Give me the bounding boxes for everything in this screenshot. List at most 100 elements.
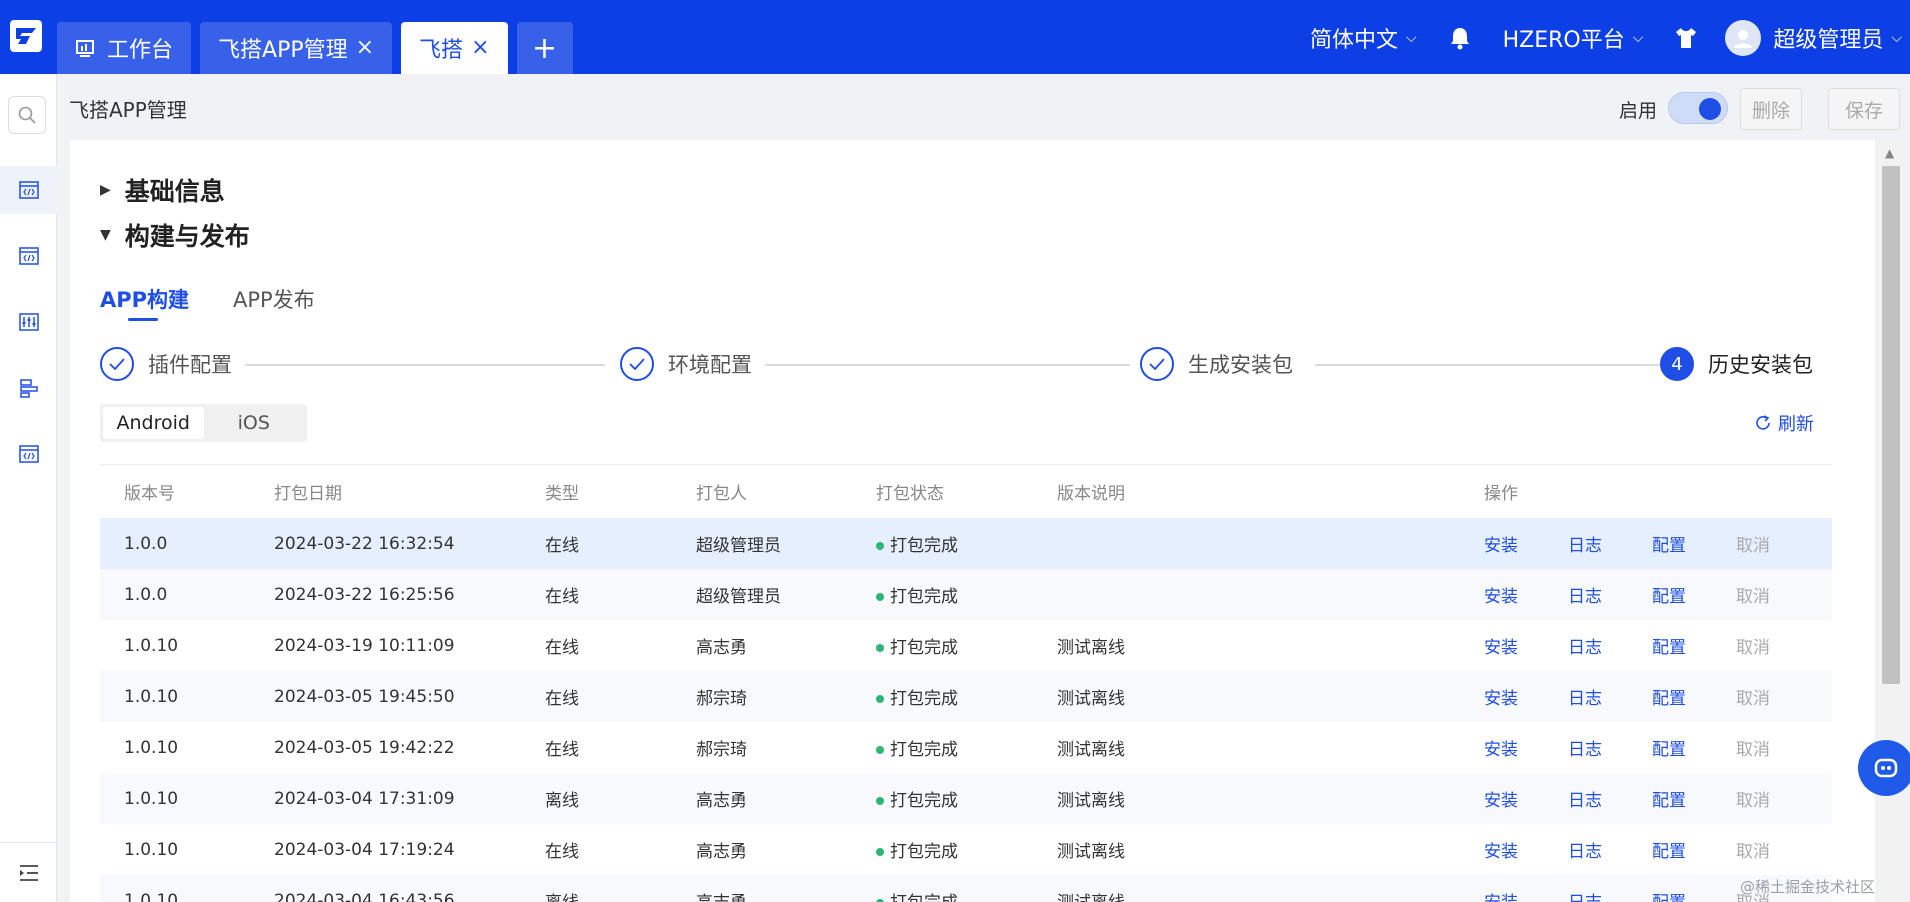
table-row[interactable]: 1.0.10 2024-03-05 19:45:50 在线 郝宗琦 打包完成 测试离线 安装… bbox=[100, 671, 1832, 722]
cancel-button[interactable]: 取消 bbox=[1736, 684, 1820, 709]
add-tab-button[interactable]: + bbox=[516, 22, 573, 74]
step-plugin-config[interactable]: 插件配置 bbox=[100, 347, 232, 381]
cell-packer: 郝宗琦 bbox=[696, 740, 747, 760]
platform-option-android[interactable]: Android bbox=[103, 407, 204, 439]
install-button[interactable]: 安装 bbox=[1484, 786, 1568, 811]
theme-button[interactable] bbox=[1673, 25, 1699, 51]
bell-icon bbox=[1450, 28, 1469, 50]
refresh-button[interactable]: 刷新 bbox=[1754, 410, 1814, 436]
step-env-config[interactable]: 环境配置 bbox=[620, 347, 752, 381]
subtab-app-build[interactable]: APP构建 bbox=[100, 284, 189, 314]
install-button[interactable]: 安装 bbox=[1484, 531, 1568, 556]
assistant-float-button[interactable] bbox=[1858, 740, 1910, 796]
log-button[interactable]: 日志 bbox=[1568, 684, 1652, 709]
language-select[interactable]: 简体中文 ⌵ bbox=[1310, 22, 1417, 54]
subtab-app-publish[interactable]: APP发布 bbox=[233, 284, 315, 314]
config-button[interactable]: 配置 bbox=[1652, 633, 1736, 658]
page-title: 飞搭APP管理 bbox=[69, 98, 187, 122]
config-button[interactable]: 配置 bbox=[1652, 786, 1736, 811]
config-button[interactable]: 配置 bbox=[1652, 888, 1736, 902]
table-header: 版本号 打包日期 类型 打包人 打包状态 版本说明 操作 bbox=[100, 464, 1832, 518]
cancel-button[interactable]: 取消 bbox=[1736, 837, 1820, 862]
log-button[interactable]: 日志 bbox=[1568, 531, 1652, 556]
table-row[interactable]: 1.0.10 2024-03-04 17:31:09 离线 高志勇 打包完成 测试离线 安装… bbox=[100, 773, 1832, 824]
cell-note: 测试离线 bbox=[1057, 689, 1125, 709]
log-button[interactable]: 日志 bbox=[1568, 735, 1652, 760]
table-row[interactable]: 1.0.10 2024-03-19 10:11:09 在线 高志勇 打包完成 测试离线 安装… bbox=[100, 620, 1832, 671]
table-row[interactable]: 1.0.10 2024-03-05 19:42:22 在线 郝宗琦 打包完成 测试离线 安装… bbox=[100, 722, 1832, 773]
sidebar-item-5[interactable] bbox=[0, 430, 57, 478]
config-button[interactable]: 配置 bbox=[1652, 735, 1736, 760]
install-button[interactable]: 安装 bbox=[1484, 837, 1568, 862]
sidebar-item-4[interactable] bbox=[0, 364, 57, 412]
cancel-button[interactable]: 取消 bbox=[1736, 633, 1820, 658]
status-dot bbox=[876, 695, 884, 703]
sidebar-item-3[interactable] bbox=[0, 298, 57, 346]
log-button[interactable]: 日志 bbox=[1568, 837, 1652, 862]
close-icon[interactable]: × bbox=[471, 37, 489, 59]
sidebar-search-button[interactable] bbox=[8, 96, 46, 134]
cell-status: 打包完成 bbox=[852, 786, 1033, 811]
app-logo[interactable] bbox=[10, 20, 42, 52]
cancel-button[interactable]: 取消 bbox=[1736, 582, 1820, 607]
header-actions: 操作 bbox=[1484, 484, 1518, 504]
table-row[interactable]: 1.0.10 2024-03-04 16:43:56 离线高志勇 打包完成 测试离线 安装… bbox=[100, 875, 1832, 902]
table-row[interactable]: 1.0.0 2024-03-22 16:32:54 在线 超级管理员 打包完成 安装 日志配… bbox=[100, 518, 1832, 569]
step-history-package[interactable]: 4 历史安装包 bbox=[1660, 347, 1813, 381]
cell-actions: 安装日志配置取消 bbox=[1460, 582, 1820, 607]
sidebar-item-2[interactable] bbox=[0, 232, 57, 280]
header-date: 打包日期 bbox=[274, 484, 342, 504]
check-icon bbox=[100, 347, 134, 381]
platform-select[interactable]: HZERO平台 ⌵ bbox=[1503, 22, 1644, 54]
cell-type: 离线 bbox=[545, 791, 579, 811]
config-button[interactable]: 配置 bbox=[1652, 531, 1736, 556]
enable-toggle[interactable] bbox=[1668, 92, 1728, 124]
section-basic-info[interactable]: ▶ 基础信息 bbox=[100, 172, 225, 208]
section-title: 构建与发布 bbox=[124, 222, 250, 251]
collapse-sidebar-button[interactable] bbox=[0, 842, 57, 902]
install-button[interactable]: 安装 bbox=[1484, 633, 1568, 658]
config-button[interactable]: 配置 bbox=[1652, 837, 1736, 862]
tab-feida-app-manage[interactable]: 飞搭APP管理 × bbox=[200, 22, 393, 74]
log-button[interactable]: 日志 bbox=[1568, 582, 1652, 607]
install-button[interactable]: 安装 bbox=[1484, 888, 1568, 902]
top-right-tools: 简体中文 ⌵ HZERO平台 ⌵ 超级管理员 ⌵ bbox=[1280, 18, 1910, 58]
sidebar bbox=[0, 74, 57, 902]
user-menu[interactable]: 超级管理员 ⌵ bbox=[1773, 22, 1902, 54]
tab-feida[interactable]: 飞搭 × bbox=[401, 22, 508, 74]
log-button[interactable]: 日志 bbox=[1568, 786, 1652, 811]
dashboard-icon bbox=[75, 38, 95, 58]
scrollbar-thumb[interactable] bbox=[1882, 166, 1900, 684]
log-button[interactable]: 日志 bbox=[1568, 633, 1652, 658]
scroll-up-icon[interactable]: ▲ bbox=[1885, 146, 1894, 160]
install-button[interactable]: 安装 bbox=[1484, 582, 1568, 607]
table-row[interactable]: 1.0.10 2024-03-04 17:19:24 在线 高志勇 打包完成 测试离线 安装… bbox=[100, 824, 1832, 875]
cancel-button[interactable]: 取消 bbox=[1736, 735, 1820, 760]
config-button[interactable]: 配置 bbox=[1652, 582, 1736, 607]
notification-bell[interactable] bbox=[1447, 25, 1473, 51]
install-button[interactable]: 安装 bbox=[1484, 684, 1568, 709]
tab-workbench[interactable]: 工作台 bbox=[57, 22, 192, 74]
close-icon[interactable]: × bbox=[356, 37, 374, 59]
cell-version: 1.0.10 bbox=[124, 635, 179, 656]
delete-button[interactable]: 删除 bbox=[1740, 88, 1802, 130]
cell-type: 在线 bbox=[545, 842, 579, 862]
cell-date: 2024-03-04 16:43:56 bbox=[274, 890, 455, 902]
sidebar-item-1[interactable] bbox=[0, 166, 57, 214]
section-build-publish[interactable]: ▼ 构建与发布 bbox=[100, 217, 250, 253]
log-button[interactable]: 日志 bbox=[1568, 888, 1652, 902]
step-generate-package[interactable]: 生成安装包 bbox=[1140, 347, 1293, 381]
table-row[interactable]: 1.0.0 2024-03-22 16:25:56 在线 超级管理员 打包完成 安装 日志配… bbox=[100, 569, 1832, 620]
cell-note: 测试离线 bbox=[1057, 842, 1125, 862]
cancel-button[interactable]: 取消 bbox=[1736, 531, 1820, 556]
save-button[interactable]: 保存 bbox=[1828, 88, 1900, 130]
cancel-button[interactable]: 取消 bbox=[1736, 786, 1820, 811]
cell-note: 测试离线 bbox=[1057, 740, 1125, 760]
config-button[interactable]: 配置 bbox=[1652, 684, 1736, 709]
step-label: 历史安装包 bbox=[1708, 353, 1813, 377]
platform-option-ios[interactable]: iOS bbox=[204, 407, 305, 439]
install-button[interactable]: 安装 bbox=[1484, 735, 1568, 760]
cell-status: 打包完成 bbox=[852, 837, 1033, 862]
avatar[interactable] bbox=[1725, 20, 1762, 56]
status-dot bbox=[876, 644, 884, 652]
